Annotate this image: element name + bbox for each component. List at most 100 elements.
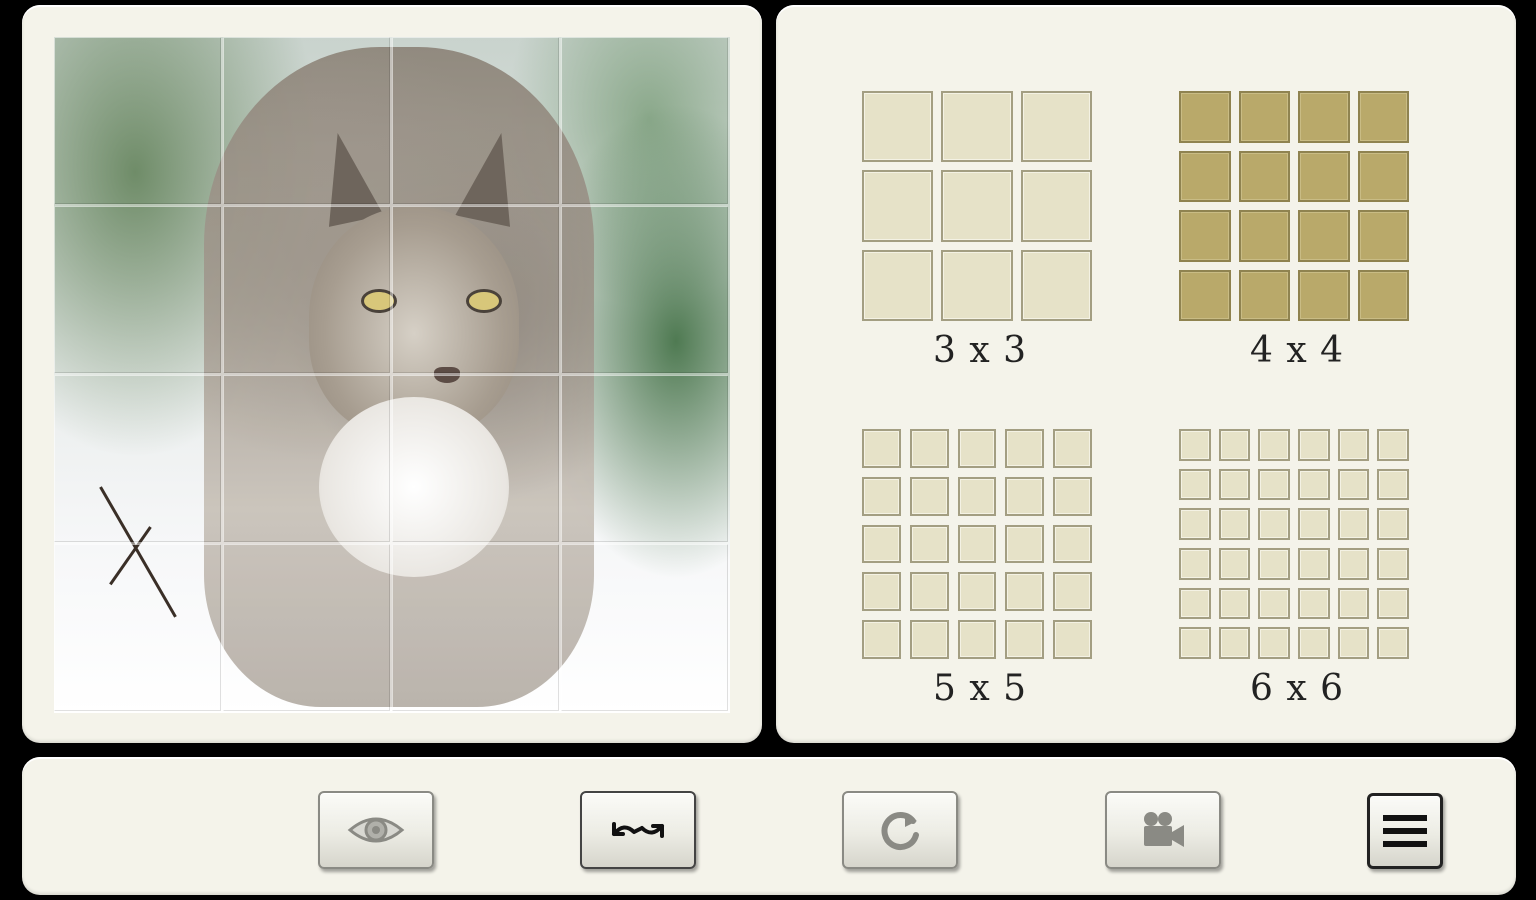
- mini-grid-cell: [1377, 468, 1409, 501]
- swap-arrows-icon: [608, 810, 668, 850]
- mini-grid-cell: [1179, 150, 1231, 202]
- mini-grid-cell: [1377, 429, 1409, 461]
- mini-grid-cell: [1297, 627, 1330, 659]
- mini-grid-cell: [1179, 468, 1211, 501]
- mini-grid-cell: [941, 249, 1013, 321]
- mini-grid-cell: [1377, 508, 1409, 540]
- size-6x6-preview: [1179, 429, 1409, 659]
- puzzle-tile[interactable]: [54, 375, 223, 544]
- puzzle-tile[interactable]: [223, 544, 392, 713]
- mini-grid-cell: [1377, 587, 1409, 620]
- mini-grid-cell: [1297, 508, 1330, 540]
- puzzle-tile[interactable]: [561, 206, 730, 375]
- menu-icon: [1381, 811, 1429, 851]
- mini-grid-cell: [1298, 150, 1350, 202]
- mini-grid-cell: [1053, 620, 1092, 659]
- mini-grid-cell: [1337, 508, 1370, 540]
- preview-button[interactable]: [318, 791, 434, 869]
- size-option-3x3[interactable]: 3 x 3: [856, 85, 1116, 375]
- mini-grid-cell: [1218, 587, 1251, 620]
- video-camera-icon: [1138, 810, 1188, 850]
- mini-grid-cell: [1258, 587, 1290, 620]
- mini-grid-cell: [1238, 91, 1290, 143]
- mini-grid-cell: [1297, 468, 1330, 501]
- mini-grid-cell: [1179, 627, 1211, 659]
- puzzle-tile-grid: [54, 37, 730, 713]
- mini-grid-cell: [909, 476, 949, 516]
- puzzle-tile[interactable]: [392, 206, 561, 375]
- mini-grid-cell: [957, 572, 997, 612]
- mini-grid-cell: [1298, 210, 1350, 262]
- grid-size-chooser: 3 x 3 4 x 4 5 x 5 6 x 6: [776, 5, 1516, 743]
- mini-grid-cell: [1005, 572, 1045, 612]
- mini-grid-cell: [862, 572, 901, 612]
- mini-grid-cell: [1297, 587, 1330, 620]
- puzzle-tile[interactable]: [54, 37, 223, 206]
- swap-mode-button[interactable]: [580, 791, 696, 869]
- mini-grid-cell: [1179, 91, 1231, 143]
- puzzle-panel: [22, 5, 762, 743]
- puzzle-tile[interactable]: [392, 375, 561, 544]
- puzzle-board[interactable]: [54, 37, 730, 713]
- size-4x4-label: 4 x 4: [1250, 330, 1344, 371]
- puzzle-tile[interactable]: [392, 37, 561, 206]
- mini-grid-cell: [1238, 269, 1290, 321]
- mini-grid-cell: [1357, 150, 1409, 202]
- mini-grid-cell: [1179, 269, 1231, 321]
- puzzle-tile[interactable]: [54, 544, 223, 713]
- mini-grid-cell: [1020, 249, 1092, 321]
- mini-grid-cell: [1053, 572, 1092, 612]
- mini-grid-cell: [1357, 269, 1409, 321]
- mini-grid-cell: [1218, 508, 1251, 540]
- puzzle-tile[interactable]: [223, 37, 392, 206]
- mini-grid-cell: [1258, 468, 1290, 501]
- puzzle-tile[interactable]: [561, 375, 730, 544]
- puzzle-tile[interactable]: [223, 375, 392, 544]
- mini-grid-cell: [1377, 627, 1409, 659]
- mini-grid-cell: [1297, 429, 1330, 461]
- size-4x4-preview: [1179, 91, 1409, 321]
- mini-grid-cell: [1005, 476, 1045, 516]
- size-option-5x5[interactable]: 5 x 5: [856, 423, 1116, 713]
- mini-grid-cell: [1258, 627, 1290, 659]
- mini-grid-cell: [1053, 476, 1092, 516]
- puzzle-tile[interactable]: [392, 544, 561, 713]
- mini-grid-cell: [1053, 524, 1092, 564]
- mini-grid-cell: [957, 429, 997, 468]
- mini-grid-cell: [1179, 508, 1211, 540]
- size-5x5-preview: [862, 429, 1092, 659]
- mini-grid-cell: [1238, 210, 1290, 262]
- mini-grid-cell: [941, 91, 1013, 163]
- size-6x6-label: 6 x 6: [1250, 668, 1344, 709]
- mini-grid-cell: [1337, 627, 1370, 659]
- mini-grid-cell: [1258, 508, 1290, 540]
- mini-grid-cell: [1337, 468, 1370, 501]
- mini-grid-cell: [862, 91, 934, 163]
- puzzle-tile[interactable]: [561, 37, 730, 206]
- mini-grid-cell: [909, 429, 949, 468]
- video-replay-button[interactable]: [1105, 791, 1221, 869]
- mini-grid-cell: [1179, 429, 1211, 461]
- mini-grid-cell: [1005, 524, 1045, 564]
- menu-button[interactable]: [1367, 793, 1443, 869]
- mini-grid-cell: [909, 572, 949, 612]
- puzzle-tile[interactable]: [54, 206, 223, 375]
- mini-grid-cell: [909, 524, 949, 564]
- puzzle-tile[interactable]: [223, 206, 392, 375]
- mini-grid-cell: [1005, 620, 1045, 659]
- size-option-6x6[interactable]: 6 x 6: [1173, 423, 1433, 713]
- mini-grid-cell: [862, 620, 901, 659]
- mini-grid-cell: [1377, 547, 1409, 580]
- mini-grid-cell: [1218, 547, 1251, 580]
- shuffle-restart-button[interactable]: [842, 791, 958, 869]
- toolbar: [22, 757, 1516, 895]
- puzzle-tile[interactable]: [561, 544, 730, 713]
- size-5x5-label: 5 x 5: [933, 668, 1027, 709]
- mini-grid-cell: [1218, 429, 1251, 461]
- size-3x3-label: 3 x 3: [933, 330, 1027, 371]
- size-option-4x4[interactable]: 4 x 4: [1173, 85, 1433, 375]
- mini-grid-cell: [862, 524, 901, 564]
- mini-grid-cell: [862, 429, 901, 468]
- mini-grid-cell: [862, 170, 934, 242]
- mini-grid-cell: [1005, 429, 1045, 468]
